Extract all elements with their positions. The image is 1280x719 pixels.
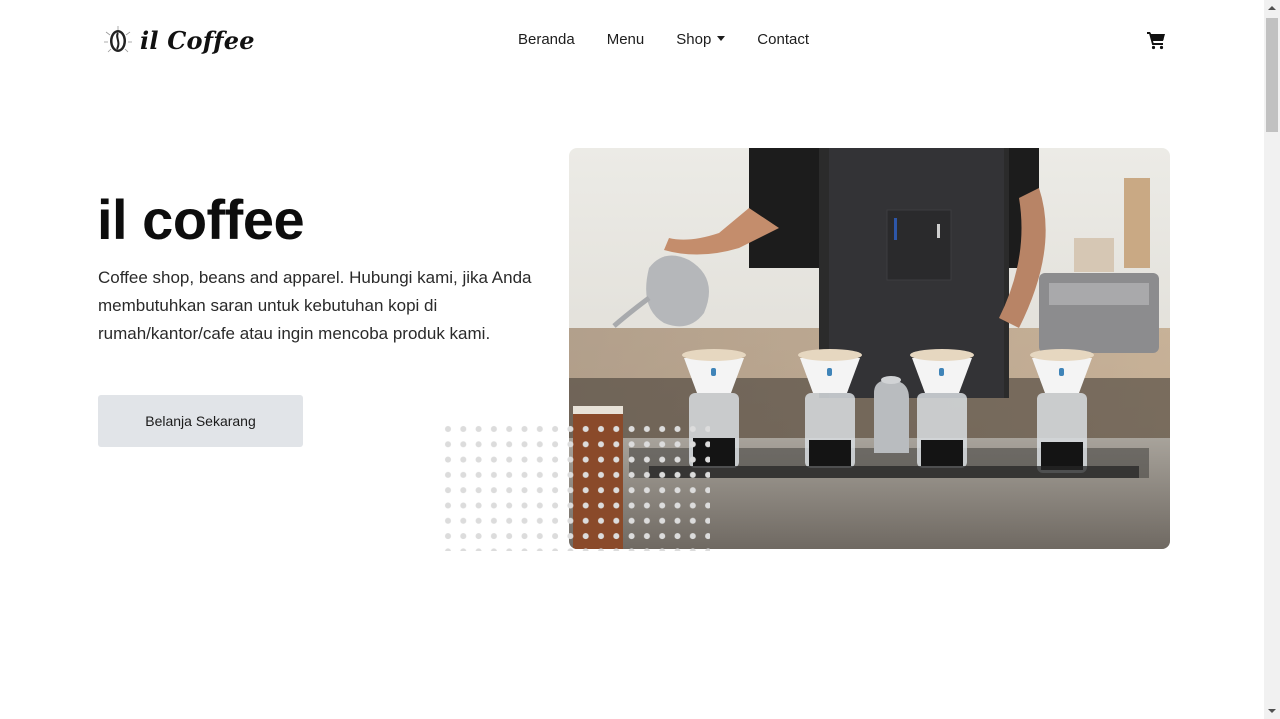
coffee-bean-logo-icon: [104, 26, 132, 53]
scroll-down-arrow-icon[interactable]: [1264, 703, 1280, 719]
hero-description: Coffee shop, beans and apparel. Hubungi …: [98, 268, 532, 343]
scrollbar-thumb[interactable]: [1266, 18, 1278, 132]
shop-now-button[interactable]: Belanja Sekarang: [98, 395, 303, 447]
nav-link-shop-dropdown[interactable]: Shop: [660, 28, 741, 52]
nav-link-menu[interactable]: Menu: [591, 28, 661, 52]
navbar: il Coffee Beranda Menu Shop Contact: [0, 0, 1264, 80]
nav-link-contact[interactable]: Contact: [741, 28, 825, 52]
caret-down-icon: [717, 36, 726, 41]
page-scrollbar[interactable]: [1264, 0, 1280, 719]
nav-link-shop-label: Shop: [676, 31, 712, 48]
scroll-up-arrow-icon[interactable]: [1264, 0, 1280, 16]
brand-link[interactable]: il Coffee: [100, 20, 255, 60]
brand-name: il Coffee: [140, 25, 255, 55]
nav-link-beranda[interactable]: Beranda: [502, 28, 591, 52]
dot-pattern-decoration: [442, 423, 710, 551]
hero-title: il coffee: [97, 188, 305, 251]
shopping-cart-icon[interactable]: [1146, 30, 1166, 50]
main-nav: Beranda Menu Shop Contact: [502, 28, 825, 52]
